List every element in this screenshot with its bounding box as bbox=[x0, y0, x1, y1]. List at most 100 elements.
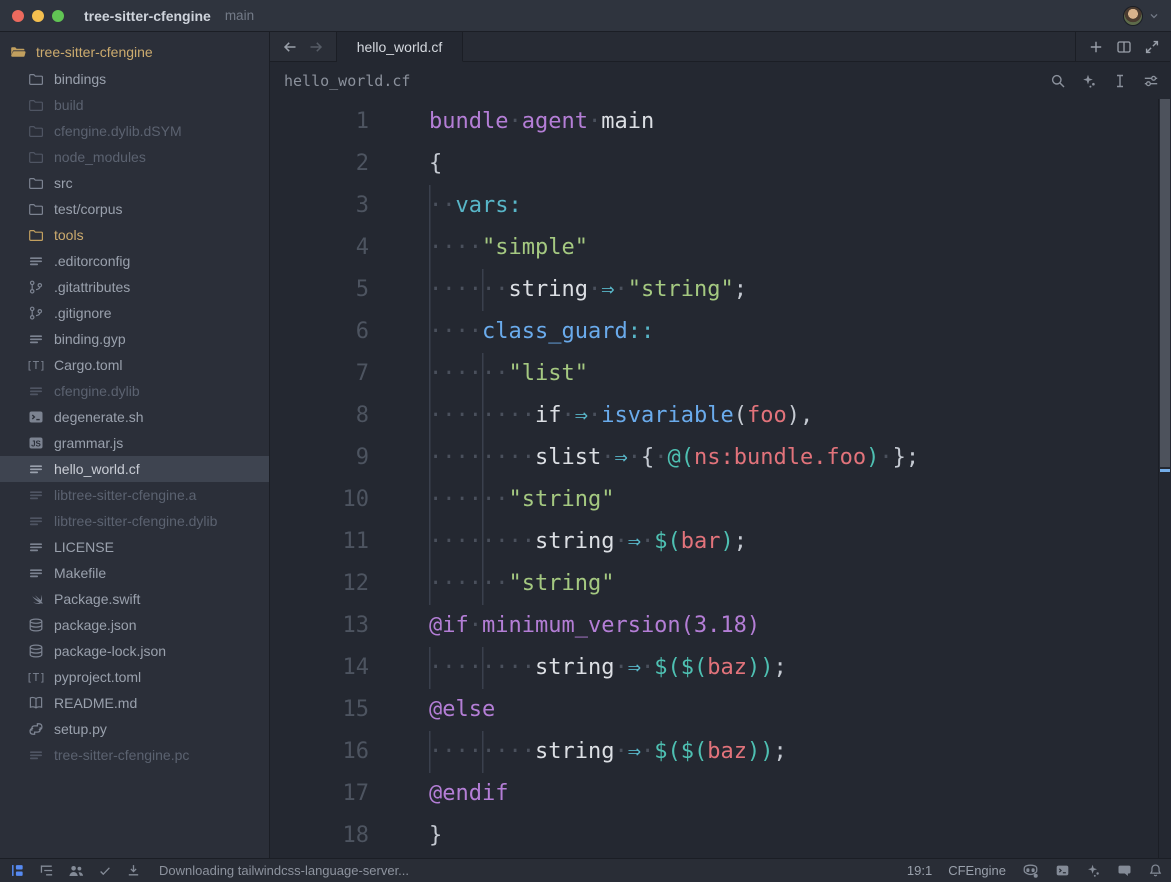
file-tree-item[interactable]: setup.py bbox=[0, 716, 269, 742]
terminal-panel-icon[interactable] bbox=[1055, 863, 1070, 878]
code-line[interactable]: 3··vars: bbox=[270, 185, 1170, 227]
file-tree-item[interactable]: hello_world.cf bbox=[0, 456, 269, 482]
code-line[interactable]: 2{ bbox=[270, 143, 1170, 185]
code-line[interactable]: 11········string·⇒·$(bar); bbox=[270, 521, 1170, 563]
code-line[interactable]: 13@if·minimum_version(3.18) bbox=[270, 605, 1170, 647]
assistant-icon[interactable] bbox=[1086, 863, 1101, 878]
notifications-bell-icon[interactable] bbox=[1148, 863, 1163, 878]
zoom-button[interactable] bbox=[52, 10, 64, 22]
minimize-button[interactable] bbox=[32, 10, 44, 22]
code-line[interactable]: 16········string·⇒·$($(baz)); bbox=[270, 731, 1170, 773]
close-button[interactable] bbox=[12, 10, 24, 22]
file-tree-item[interactable]: cfengine.dylib bbox=[0, 378, 269, 404]
file-tree-item[interactable]: cfengine.dylib.dSYM bbox=[0, 118, 269, 144]
code-line[interactable]: 14········string·⇒·$($(baz)); bbox=[270, 647, 1170, 689]
user-avatar[interactable] bbox=[1123, 6, 1143, 26]
file-tree-item[interactable]: build bbox=[0, 92, 269, 118]
code-line[interactable]: 10······"string" bbox=[270, 479, 1170, 521]
file-name: Package.swift bbox=[54, 591, 140, 607]
split-pane-icon[interactable] bbox=[1116, 39, 1132, 55]
file-tree-item[interactable]: binding.gyp bbox=[0, 326, 269, 352]
file-tree-item[interactable]: Package.swift bbox=[0, 586, 269, 612]
code-token: bundle bbox=[429, 101, 508, 143]
cursor-position[interactable]: 19:1 bbox=[907, 863, 932, 878]
code-token: · bbox=[482, 521, 495, 563]
code-token: · bbox=[495, 269, 508, 311]
file-tree-item[interactable]: test/corpus bbox=[0, 196, 269, 222]
file-tree-item[interactable]: package-lock.json bbox=[0, 638, 269, 664]
inline-assist-icon[interactable] bbox=[1078, 73, 1100, 89]
file-tree-item[interactable]: src bbox=[0, 170, 269, 196]
document-icon bbox=[28, 253, 44, 269]
file-tree-item[interactable]: libtree-sitter-cfengine.dylib bbox=[0, 508, 269, 534]
code-line[interactable]: 1bundle·agent·main bbox=[270, 101, 1170, 143]
chat-panel-icon[interactable] bbox=[1117, 863, 1132, 878]
file-name: Cargo.toml bbox=[54, 357, 122, 373]
code-token: ; bbox=[734, 521, 747, 563]
file-tree-item[interactable]: degenerate.sh bbox=[0, 404, 269, 430]
code-line[interactable]: 5······string·⇒·"string"; bbox=[270, 269, 1170, 311]
document-icon bbox=[28, 747, 44, 763]
code-token: · bbox=[482, 479, 495, 521]
title-bar: tree-sitter-cfengine main bbox=[0, 0, 1171, 32]
plus-icon[interactable] bbox=[1088, 39, 1104, 55]
code-token: "string" bbox=[628, 269, 734, 311]
code-token: string bbox=[535, 731, 614, 773]
file-tree-item[interactable]: Cargo.toml bbox=[0, 352, 269, 378]
editor-toolbar: hello_world.cf bbox=[270, 62, 1170, 99]
text-cursor-icon[interactable] bbox=[1109, 73, 1131, 89]
code-line[interactable]: 8········if·⇒·isvariable(foo), bbox=[270, 395, 1170, 437]
code-token: ··· bbox=[442, 647, 482, 689]
code-token: ··· bbox=[442, 227, 482, 269]
editor-controls-icon[interactable] bbox=[1140, 73, 1162, 89]
language-selector[interactable]: CFEngine bbox=[948, 863, 1006, 878]
outline-panel-icon[interactable] bbox=[39, 863, 54, 878]
git-branch-label[interactable]: main bbox=[225, 8, 254, 23]
expand-icon[interactable] bbox=[1144, 39, 1160, 55]
editor[interactable]: 1bundle·agent·main2{3··vars:4····"simple… bbox=[270, 99, 1170, 858]
file-tree-item[interactable]: pyproject.toml bbox=[0, 664, 269, 690]
code-line[interactable]: 18} bbox=[270, 815, 1170, 857]
copilot-icon[interactable] bbox=[1022, 862, 1039, 879]
file-tree-item[interactable]: .gitignore bbox=[0, 300, 269, 326]
code-token: ··· bbox=[442, 269, 482, 311]
collab-panel-icon[interactable] bbox=[68, 863, 84, 879]
file-tree-item[interactable]: grammar.js bbox=[0, 430, 269, 456]
code-text: bundle·agent·main bbox=[429, 109, 654, 134]
file-tree-item[interactable]: README.md bbox=[0, 690, 269, 716]
breadcrumb[interactable]: hello_world.cf bbox=[270, 72, 410, 90]
file-tree-item[interactable]: LICENSE bbox=[0, 534, 269, 560]
chevron-down-icon[interactable] bbox=[1147, 9, 1161, 23]
code-token: · bbox=[614, 269, 627, 311]
arrow-right-icon[interactable] bbox=[308, 39, 324, 55]
diagnostics-check-icon[interactable] bbox=[98, 864, 112, 878]
code-line[interactable]: 4····"simple" bbox=[270, 227, 1170, 269]
file-tree-item[interactable]: tools bbox=[0, 222, 269, 248]
code-line[interactable]: 15@else bbox=[270, 689, 1170, 731]
file-tree-item[interactable]: libtree-sitter-cfengine.a bbox=[0, 482, 269, 508]
file-tree-item[interactable]: Makefile bbox=[0, 560, 269, 586]
folder-tree-root[interactable]: tree-sitter-cfengine bbox=[0, 38, 269, 66]
scrollbar-thumb[interactable] bbox=[1160, 99, 1170, 467]
file-tree-item[interactable]: .editorconfig bbox=[0, 248, 269, 274]
arrow-left-icon[interactable] bbox=[282, 39, 298, 55]
code-line[interactable]: 12······"string" bbox=[270, 563, 1170, 605]
code-line[interactable]: 6····class_guard:: bbox=[270, 311, 1170, 353]
code-text: ··vars: bbox=[429, 193, 522, 218]
code-line[interactable]: 9········slist·⇒·{·@(ns:bundle.foo)·}; bbox=[270, 437, 1170, 479]
file-tree-item[interactable]: node_modules bbox=[0, 144, 269, 170]
file-tree-item[interactable]: .gitattributes bbox=[0, 274, 269, 300]
file-name: README.md bbox=[54, 695, 137, 711]
file-tree-item[interactable]: tree-sitter-cfengine.pc bbox=[0, 742, 269, 768]
file-tree-item[interactable]: package.json bbox=[0, 612, 269, 638]
code-token: baz bbox=[707, 647, 747, 689]
file-name: Makefile bbox=[54, 565, 106, 581]
code-line[interactable]: 7······"list" bbox=[270, 353, 1170, 395]
file-tree-item[interactable]: bindings bbox=[0, 66, 269, 92]
project-panel-icon[interactable] bbox=[10, 863, 25, 878]
code-token: agent bbox=[522, 101, 588, 143]
tab-hello-world-cf[interactable]: hello_world.cf bbox=[337, 32, 463, 62]
code-line[interactable]: 17@endif bbox=[270, 773, 1170, 815]
editor-scrollbar[interactable] bbox=[1158, 99, 1170, 858]
search-icon[interactable] bbox=[1047, 73, 1069, 89]
